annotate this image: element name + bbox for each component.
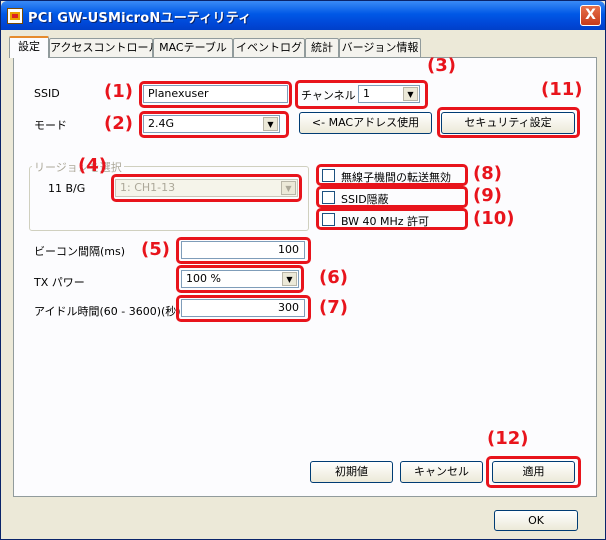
app-icon [7,8,23,24]
ok-button[interactable]: OK [494,510,578,531]
tab-access-control[interactable]: アクセスコントロール [49,38,159,57]
use-mac-address-button[interactable]: <- MACアドレス使用 [299,112,432,134]
marker-2: (2) [104,113,133,134]
marker-7: (7) [319,297,348,318]
tab-settings[interactable]: 設定 [9,36,49,58]
dialog-window: PCI GW-USMicroNユーティリティ X 設定 アクセスコントロール M… [0,0,606,540]
marker-8: (8) [473,163,502,184]
mode-value: 2.4G [148,117,175,130]
mode-label: モード [34,119,67,132]
marker-5: (5) [141,239,170,260]
cancel-button[interactable]: キャンセル [400,461,483,483]
idle-time-label: アイドル時間(60 - 3600)(秒) [34,305,181,318]
apply-button[interactable]: 適用 [492,461,575,483]
dropdown-arrow-icon: ▼ [281,181,296,195]
default-button[interactable]: 初期値 [310,461,393,483]
marker-11: (11) [541,79,583,100]
tab-statistics[interactable]: 統計 [305,38,339,57]
region-groupbox: リージョンを選択 [29,159,309,231]
tab-mac-table[interactable]: MACテーブル [153,38,233,57]
window-title: PCI GW-USMicroNユーティリティ [28,11,252,26]
tx-power-label: TX パワー [34,276,85,289]
disable-forwarding-label: 無線子機間の転送無効 [341,171,451,184]
marker-4: (4) [78,155,107,176]
tx-power-select[interactable]: 100 % ▼ [181,270,299,288]
tab-event-log[interactable]: イベントログ [233,38,305,57]
marker-9: (9) [473,185,502,206]
marker-10: (10) [473,208,515,229]
dropdown-arrow-icon[interactable]: ▼ [403,87,418,101]
region-select: 1: CH1-13 ▼ [115,179,298,197]
beacon-interval-label: ビーコン間隔(ms) [34,245,126,258]
ssid-input[interactable]: Planexuser [143,85,288,103]
marker-6: (6) [319,267,348,288]
ssid-label: SSID [34,87,60,100]
title-bar[interactable]: PCI GW-USMicroNユーティリティ X [1,1,605,30]
bw40-checkbox[interactable] [322,213,335,226]
channel-value: 1 [363,87,370,100]
tab-version-info[interactable]: バージョン情報 [339,38,421,57]
region-band-label: 11 B/G [48,182,86,195]
ssid-hide-checkbox[interactable] [322,191,335,204]
dropdown-arrow-icon[interactable]: ▼ [263,117,278,131]
beacon-interval-input[interactable]: 100 [181,241,305,259]
channel-select[interactable]: 1 ▼ [358,85,420,103]
ssid-hide-label: SSID隠蔽 [341,193,389,206]
channel-label: チャンネル [301,89,356,102]
disable-forwarding-checkbox[interactable] [322,169,335,182]
dropdown-arrow-icon[interactable]: ▼ [282,272,297,286]
bw40-label: BW 40 MHz 許可 [341,215,430,228]
mode-select[interactable]: 2.4G ▼ [143,115,280,133]
close-button[interactable]: X [580,5,601,26]
marker-1: (1) [104,81,133,102]
tx-power-value: 100 % [186,272,221,285]
idle-time-input[interactable]: 300 [181,299,305,317]
marker-3: (3) [427,55,456,76]
security-settings-button[interactable]: セキュリティ設定 [441,112,575,134]
region-value: 1: CH1-13 [120,181,176,194]
marker-12: (12) [487,428,529,449]
